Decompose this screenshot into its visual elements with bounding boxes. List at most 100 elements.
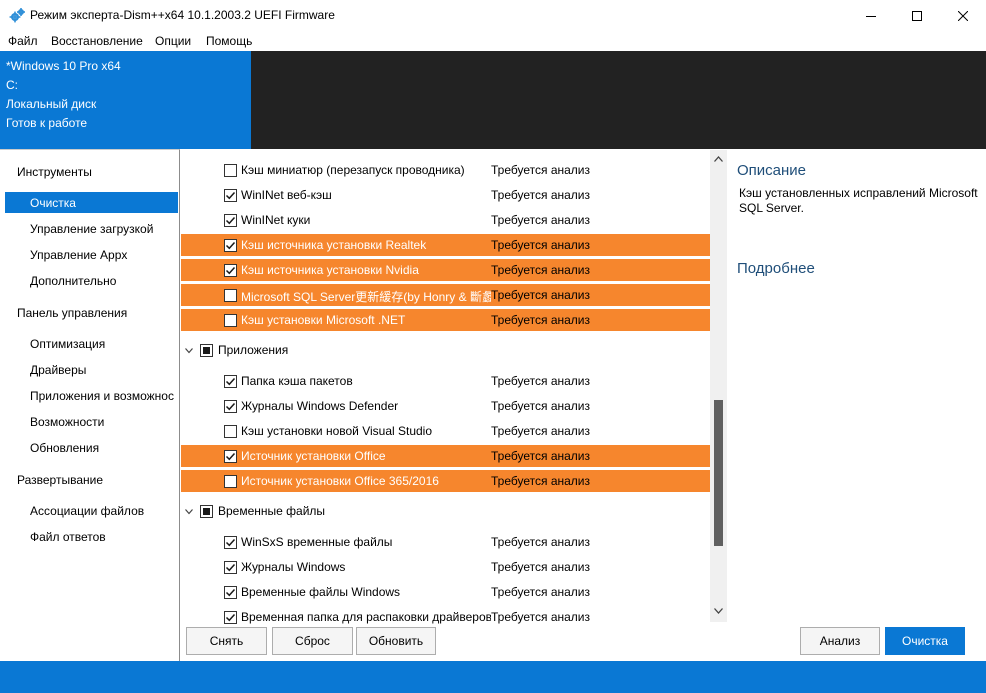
session-info-panel[interactable]: *Windows 10 Pro x64 C: Локальный диск Го…: [0, 51, 251, 149]
sidebar-group-tools: Инструменты: [17, 165, 92, 179]
row-label: Папка кэша пакетов: [241, 374, 353, 388]
sidebar-item-cleanup[interactable]: Очистка: [30, 196, 76, 210]
row-checkbox[interactable]: [224, 314, 237, 327]
menu-options[interactable]: Опции: [155, 34, 191, 48]
row-checkbox[interactable]: [224, 611, 237, 624]
checkmark-icon: [225, 191, 236, 200]
row-label: Журналы Windows Defender: [241, 399, 399, 413]
row-status: Требуется анализ: [491, 535, 590, 549]
row-checkbox[interactable]: [224, 164, 237, 177]
row-label: WinSxS временные файлы: [241, 535, 393, 549]
sidebar-item-apps-features[interactable]: Приложения и возможнос: [30, 389, 178, 403]
sidebar-item-optimization[interactable]: Оптимизация: [30, 337, 105, 351]
checkmark-icon: [225, 538, 236, 547]
group-collapse-icon[interactable]: [185, 509, 193, 515]
row-label: Microsoft SQL Server更新緩存(by Honry & 斷蠡: [241, 290, 491, 304]
row-status: Требуется анализ: [491, 313, 590, 327]
row-label: Кэш источника установки Realtek: [241, 238, 427, 252]
group-checkbox[interactable]: [200, 505, 213, 518]
row-checkbox[interactable]: [224, 536, 237, 549]
row-checkbox[interactable]: [224, 239, 237, 252]
row-checkbox[interactable]: [224, 586, 237, 599]
row-status: Требуется анализ: [491, 163, 590, 177]
sidebar-item-answer-file[interactable]: Файл ответов: [30, 530, 106, 544]
gears-icon: [8, 7, 26, 25]
os-name: *Windows 10 Pro x64: [6, 59, 121, 73]
checkmark-icon: [225, 588, 236, 597]
sidebar-item-file-associations[interactable]: Ассоциации файлов: [30, 504, 144, 518]
uncheck-button[interactable]: Снять: [186, 627, 267, 655]
row-checkbox[interactable]: [224, 475, 237, 488]
scroll-down-icon[interactable]: [714, 608, 723, 614]
row-status: Требуется анализ: [491, 610, 590, 624]
checkmark-icon: [225, 241, 236, 250]
checkmark-icon: [225, 613, 236, 622]
refresh-button[interactable]: Обновить: [356, 627, 436, 655]
checkmark-icon: [225, 377, 236, 386]
row-label: Журналы Windows: [241, 560, 346, 574]
row-label: WinINet веб-кэш: [241, 188, 332, 202]
sidebar-group-control-panel: Панель управления: [17, 306, 128, 320]
row-label: Источник установки Office: [241, 449, 386, 463]
group-collapse-icon[interactable]: [185, 348, 193, 354]
sidebar-item-features[interactable]: Возможности: [30, 415, 104, 429]
row-label: Временная папка для распаковки драйверов: [241, 610, 491, 624]
minimize-button[interactable]: [848, 0, 894, 31]
maximize-button[interactable]: [894, 0, 940, 31]
checkmark-icon: [225, 402, 236, 411]
sidebar-item-boot-management[interactable]: Управление загрузкой: [30, 222, 153, 236]
disk-label: Локальный диск: [6, 97, 97, 111]
window-title: Режим эксперта-Dism++x64 10.1.2003.2 UEF…: [30, 8, 335, 22]
sidebar-item-updates[interactable]: Обновления: [30, 441, 99, 455]
row-status: Требуется анализ: [491, 288, 590, 302]
group-label: Приложения: [218, 343, 289, 357]
row-status: Требуется анализ: [491, 585, 590, 599]
sidebar-item-advanced[interactable]: Дополнительно: [30, 274, 116, 288]
row-checkbox[interactable]: [224, 450, 237, 463]
checkmark-icon: [225, 563, 236, 572]
more-info-link[interactable]: Подробнее: [737, 260, 815, 277]
analyze-button[interactable]: Анализ: [800, 627, 880, 655]
session-status: Готов к работе: [6, 116, 88, 130]
status-bar: [0, 661, 986, 693]
row-status: Требуется анализ: [491, 374, 590, 388]
group-checkbox[interactable]: [200, 344, 213, 357]
row-status: Требуется анализ: [491, 449, 590, 463]
row-checkbox[interactable]: [224, 214, 237, 227]
description-text: Кэш установленных исправлений Microsoft …: [739, 186, 978, 215]
menu-file[interactable]: Файл: [8, 34, 38, 48]
row-label: Кэш установки Microsoft .NET: [241, 313, 406, 327]
maximize-icon: [912, 10, 922, 21]
row-label: Кэш установки новой Visual Studio: [241, 424, 433, 438]
row-checkbox[interactable]: [224, 289, 237, 302]
row-checkbox[interactable]: [224, 400, 237, 413]
drive-letter: C:: [6, 78, 18, 92]
list-scrollbar[interactable]: [710, 150, 727, 622]
close-icon: [958, 10, 968, 21]
menu-bar: Файл Восстановление Опции Помощь: [0, 31, 986, 51]
row-checkbox[interactable]: [224, 189, 237, 202]
close-button[interactable]: [940, 0, 986, 31]
sidebar-item-appx[interactable]: Управление Appx: [30, 248, 127, 262]
scroll-thumb[interactable]: [714, 400, 723, 546]
row-checkbox[interactable]: [224, 425, 237, 438]
clean-button[interactable]: Очистка: [885, 627, 965, 655]
sidebar-item-drivers[interactable]: Драйверы: [30, 363, 86, 377]
checkmark-icon: [225, 452, 236, 461]
row-status: Требуется анализ: [491, 188, 590, 202]
row-status: Требуется анализ: [491, 238, 590, 252]
checkmark-icon: [225, 266, 236, 275]
title-bar: Режим эксперта-Dism++x64 10.1.2003.2 UEF…: [0, 0, 986, 31]
scroll-up-icon[interactable]: [714, 156, 723, 162]
reset-button[interactable]: Сброс: [272, 627, 353, 655]
row-checkbox[interactable]: [224, 264, 237, 277]
row-label: Временные файлы Windows: [241, 585, 401, 599]
row-label: WinINet куки: [241, 213, 311, 227]
row-checkbox[interactable]: [224, 375, 237, 388]
checkmark-icon: [225, 216, 236, 225]
row-checkbox[interactable]: [224, 561, 237, 574]
row-status: Требуется анализ: [491, 263, 590, 277]
menu-help[interactable]: Помощь: [206, 34, 252, 48]
row-status: Требуется анализ: [491, 560, 590, 574]
menu-restore[interactable]: Восстановление: [51, 34, 143, 48]
